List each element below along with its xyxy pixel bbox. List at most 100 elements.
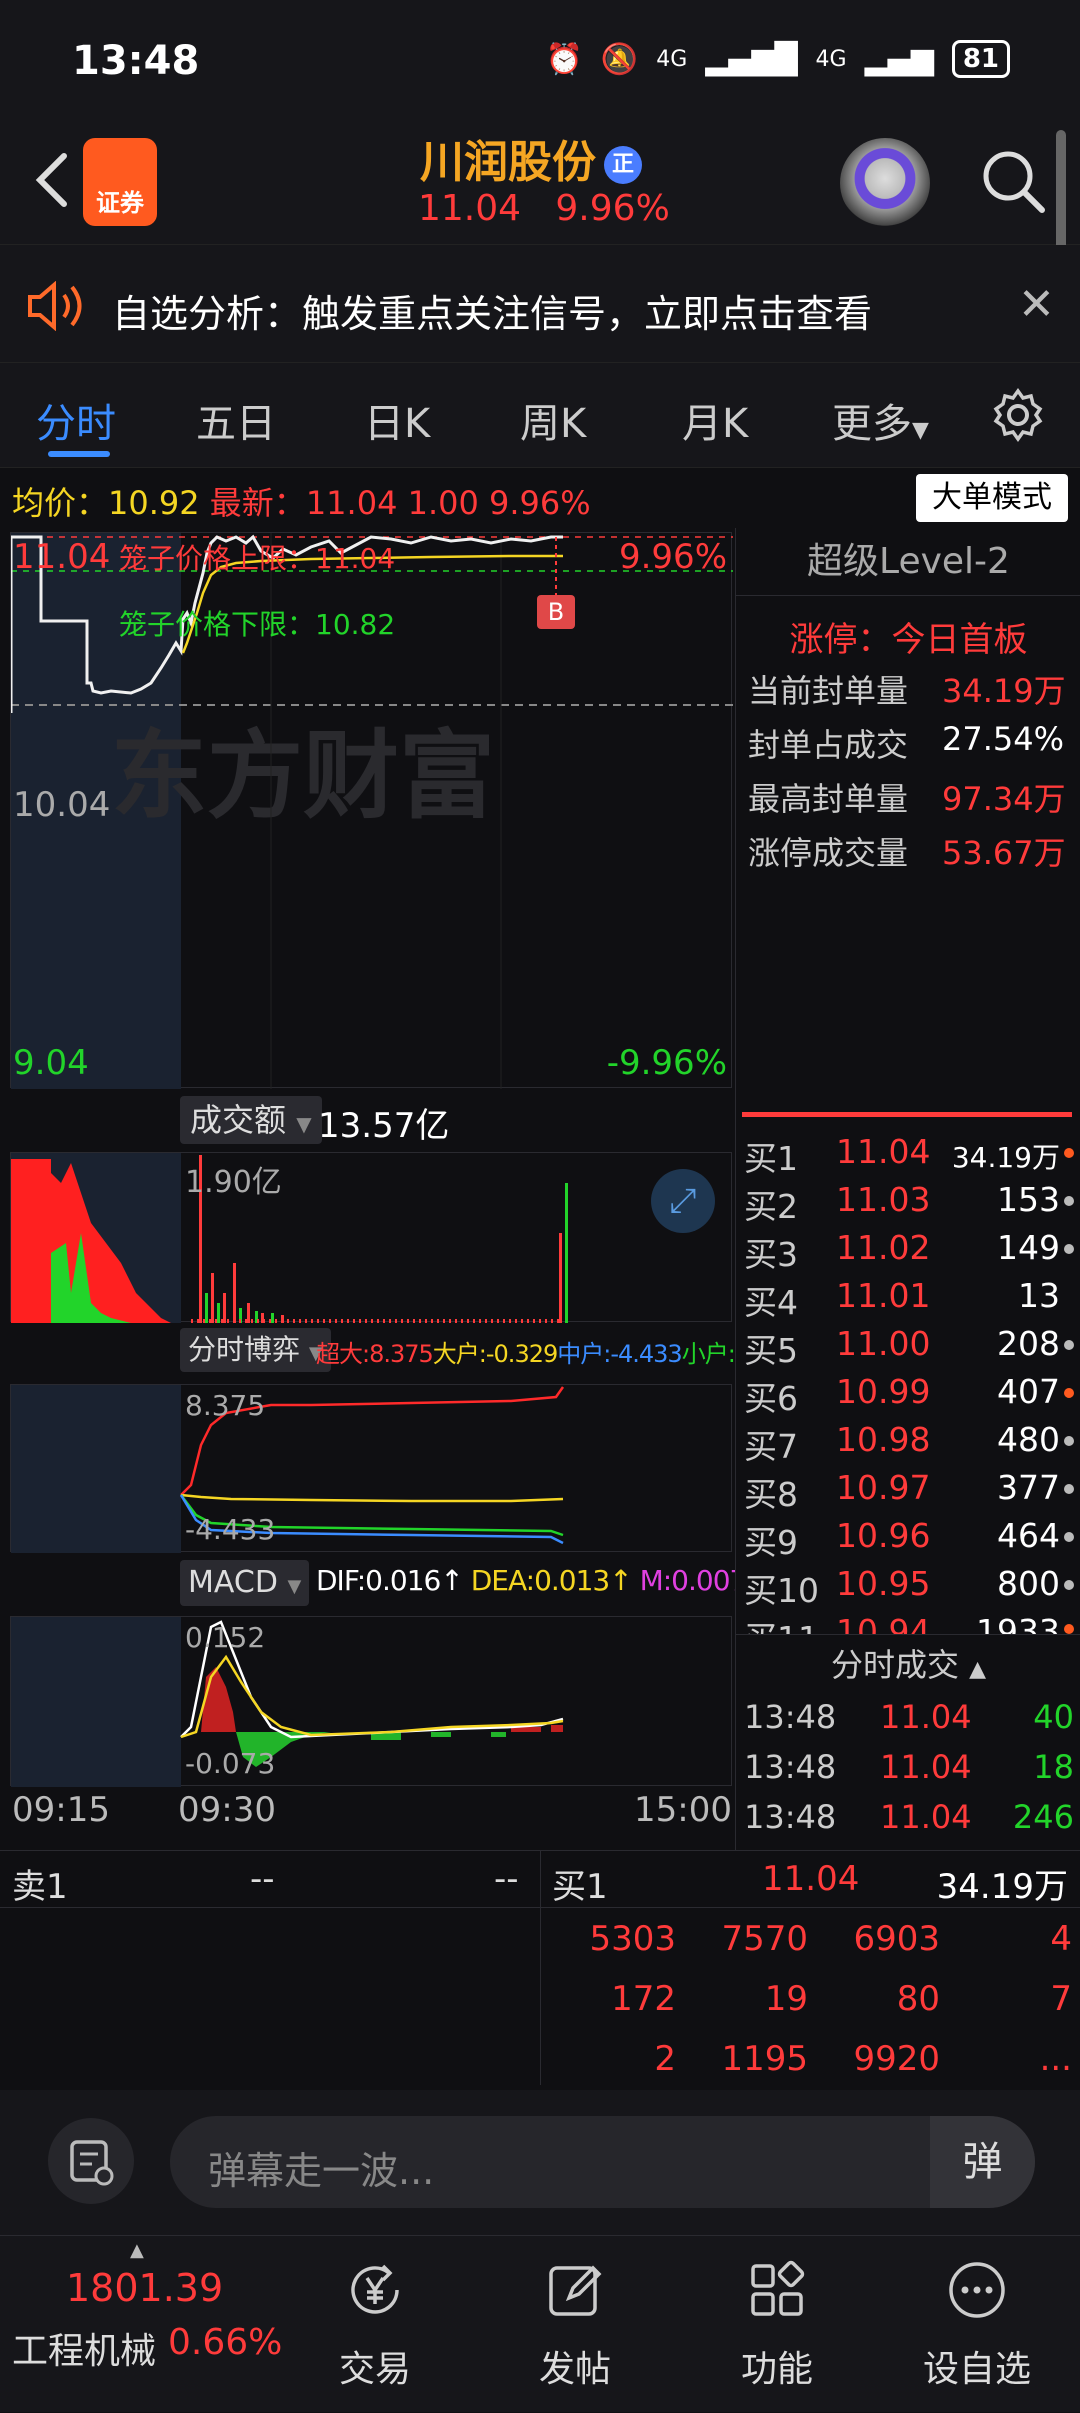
order-dot — [1064, 1532, 1074, 1542]
queue-cell: 7 — [1050, 1979, 1072, 2019]
low-pct-label: -9.96% — [606, 1043, 727, 1083]
latest-change: 1.00 — [407, 484, 479, 522]
search-icon[interactable] — [978, 146, 1048, 216]
volume-total: 13.57亿 — [318, 1106, 450, 1146]
time-axis-start: 09:15 — [12, 1790, 110, 1830]
stock-quote: 11.04 9.96% — [418, 188, 670, 229]
danmu-toggle-button[interactable]: 弹 — [930, 2116, 1035, 2208]
edit-icon — [549, 2265, 602, 2316]
game-top-label: 8.375 — [185, 1389, 266, 1422]
bid-row[interactable]: 买1110.941933 — [744, 1612, 1074, 1634]
danmu-list-icon[interactable] — [48, 2118, 134, 2204]
buy1-label: 买1 — [552, 1867, 608, 1907]
macd-legend: DIF:0.016↑ DEA:0.013↑ M:0.007↓ — [316, 1564, 770, 1597]
sell1-label: 卖1 — [12, 1867, 68, 1907]
low-price-label: 9.04 — [13, 1043, 89, 1083]
queue-cell: 80 — [896, 1979, 940, 2019]
notice-banner[interactable]: 自选分析：触发重点关注信号，立即点击查看 ✕ — [0, 245, 1080, 363]
volume-panel[interactable]: 1.90亿 ⤢ — [10, 1152, 732, 1323]
buy-marker[interactable]: B — [537, 595, 575, 629]
bid-row[interactable]: 买5 11.00 208 — [744, 1324, 1074, 1370]
bid-row[interactable]: 买4 11.01 13 — [744, 1276, 1074, 1322]
tab-add-watchlist[interactable]: 设自选 — [892, 2236, 1062, 2413]
tab-five-day[interactable]: 五日 — [196, 391, 276, 449]
mute-icon: 🔕 — [600, 41, 639, 77]
order-dot — [1064, 1484, 1074, 1494]
bottom-tabbar: ▲ 1801.39 工程机械 0.66% 交易 发帖 功能 设自选 — [0, 2235, 1080, 2412]
queue-cell: 172 — [611, 1979, 676, 2019]
scrollbar[interactable] — [1056, 130, 1066, 250]
assistant-robot-icon[interactable] — [840, 138, 930, 228]
bid-row[interactable]: 买9 10.96 464 — [744, 1516, 1074, 1562]
macd-top-label: 0.152 — [185, 1621, 266, 1654]
bid-row[interactable]: 买8 10.97 377 — [744, 1468, 1074, 1514]
bid-row[interactable]: 买10 10.95 800 — [744, 1564, 1074, 1610]
tab-post[interactable]: 发帖 — [490, 2236, 660, 2413]
signal-1: 4G — [656, 46, 688, 72]
queue-cell: 4 — [1050, 1919, 1072, 1959]
tab-intraday[interactable]: 分时 — [36, 391, 116, 449]
speaker-icon — [28, 281, 82, 331]
danmu-input[interactable]: 弹幕走一波... 弹 — [170, 2116, 1035, 2208]
battery: 81 — [951, 40, 1010, 78]
index-ticker[interactable]: ▲ 1801.39 工程机械 0.66% — [0, 2236, 283, 2413]
order-dot — [1064, 1340, 1074, 1350]
level2-row: 最高封单量 97.34万 — [748, 780, 1066, 818]
alarm-icon: ⏰ — [545, 41, 583, 77]
macd-panel[interactable]: 0.152 -0.073 — [10, 1616, 732, 1787]
level2-title[interactable]: 超级Level-2 — [736, 528, 1080, 596]
macd-chart-svg — [180, 1620, 564, 1767]
gear-icon[interactable] — [990, 387, 1046, 443]
signal-bars-icon-2: ▂▄▆ — [864, 41, 934, 77]
buy1-vol: 34.19万 — [936, 1867, 1068, 1907]
tab-monthly-k[interactable]: 月K — [682, 391, 748, 449]
trades-title[interactable]: 分时成交 ▲ — [736, 1640, 1080, 1686]
tab-more[interactable]: 更多▼ — [832, 391, 929, 449]
close-icon[interactable]: ✕ — [1018, 279, 1055, 330]
order-dot — [1064, 1388, 1074, 1398]
order-dot — [1064, 1196, 1074, 1206]
margin-badge: 正 — [604, 146, 642, 184]
notice-text: 自选分析：触发重点关注信号，立即点击查看 — [112, 292, 873, 336]
intraday-panel[interactable]: 东方财富 B 11.04 9.96% 笼子价格上限：11.04 笼子价格下限：1… — [10, 532, 733, 1089]
price-info-bar: 均价：10.92 最新：11.04 1.00 9.96% 大单模式 — [0, 468, 1080, 528]
tab-daily-k[interactable]: 日K — [364, 391, 430, 449]
expand-icon[interactable]: ⤢ — [651, 1169, 715, 1233]
grid-icon — [751, 2260, 805, 2316]
order-queue[interactable]: 卖1 -- -- 买1 11.04 34.19万 5303 7570 6903 … — [0, 1850, 1080, 2090]
divider — [742, 1112, 1072, 1117]
back-icon[interactable] — [28, 150, 78, 210]
cage-upper-label: 笼子价格上限：11.04 — [119, 542, 396, 575]
bid-row[interactable]: 买1 11.04 34.19万 — [744, 1132, 1074, 1178]
big-order-mode-button[interactable]: 大单模式 — [916, 474, 1068, 522]
bid-row[interactable]: 买6 10.99 407 — [744, 1372, 1074, 1418]
brand-logo[interactable]: 证券 — [83, 138, 157, 226]
trade-row: 13:48 11.04 246 — [744, 1798, 1074, 1836]
tab-trade[interactable]: 交易 — [290, 2236, 460, 2413]
order-dot — [1064, 1580, 1074, 1590]
index-pct: 0.66% — [168, 2322, 283, 2363]
game-selector[interactable]: 分时博弈 ▼ — [180, 1328, 331, 1372]
dropdown-icon: ▼ — [912, 418, 929, 443]
order-dot — [1064, 1244, 1074, 1254]
bid-row[interactable]: 买3 11.02 149 — [744, 1228, 1074, 1274]
queue-cell: 6903 — [853, 1919, 940, 1959]
tab-weekly-k[interactable]: 周K — [520, 391, 586, 449]
status-icons: ⏰ 🔕 4G ▂▄▆█ 4G ▂▄▆ 81 — [545, 40, 1010, 78]
time-axis-close: 15:00 — [634, 1790, 732, 1830]
volume-selector[interactable]: 成交额 ▼ — [180, 1096, 322, 1144]
macd-selector[interactable]: MACD ▼ — [180, 1560, 310, 1606]
tab-functions[interactable]: 功能 — [692, 2236, 862, 2413]
index-name: 工程机械 — [12, 2331, 157, 2372]
order-dot — [1064, 1148, 1074, 1158]
latest-price: 11.04 — [305, 484, 398, 522]
macd-bottom-label: -0.073 — [185, 1747, 276, 1780]
bid-row[interactable]: 买7 10.98 480 — [744, 1420, 1074, 1466]
queue-cell: 2 — [654, 2039, 676, 2079]
high-price-label: 11.04 — [13, 537, 111, 577]
game-chart-svg — [179, 1386, 565, 1545]
chart-tabs: 分时 五日 日K 周K 月K 更多▼ — [0, 363, 1080, 468]
game-panel[interactable]: 8.375 -4.433 — [10, 1384, 732, 1553]
stock-name[interactable]: 川润股份正 — [420, 126, 642, 190]
bid-row[interactable]: 买2 11.03 153 — [744, 1180, 1074, 1226]
